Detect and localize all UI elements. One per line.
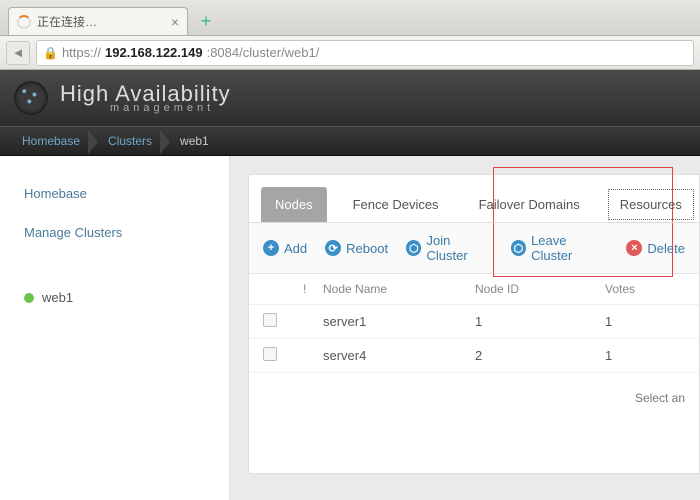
close-icon[interactable]: ×: [171, 14, 179, 30]
sidebar-item-cluster[interactable]: web1: [0, 280, 229, 315]
cell-votes: 1: [605, 348, 685, 363]
cell-node-name: server4: [323, 348, 475, 363]
link-icon: ⬡: [406, 240, 421, 256]
reboot-button[interactable]: ⟳Reboot: [325, 240, 388, 256]
cell-votes: 1: [605, 314, 685, 329]
row-checkbox[interactable]: [263, 313, 277, 327]
add-button[interactable]: +Add: [263, 240, 307, 256]
url-scheme: https://: [62, 45, 101, 60]
col-votes[interactable]: Votes: [605, 282, 685, 296]
cell-node-id: 1: [475, 314, 605, 329]
delete-icon: ×: [626, 240, 642, 256]
loading-spinner-icon: [17, 15, 31, 29]
breadcrumb-clusters[interactable]: Clusters: [98, 127, 170, 155]
power-icon: ⟳: [325, 240, 341, 256]
logo-icon: [14, 81, 48, 115]
browser-tab[interactable]: 正在连接… ×: [8, 7, 188, 35]
tab-nodes[interactable]: Nodes: [261, 187, 327, 222]
cell-node-id: 2: [475, 348, 605, 363]
new-tab-button[interactable]: +: [194, 9, 218, 33]
sidebar-item-manage-clusters[interactable]: Manage Clusters: [0, 213, 229, 252]
table-row[interactable]: server4 2 1: [249, 339, 699, 373]
unlink-icon: ⬡: [511, 240, 526, 256]
plus-icon: +: [263, 240, 279, 256]
leave-cluster-button[interactable]: ⬡Leave Cluster: [511, 233, 609, 263]
tab-resources[interactable]: Resources: [606, 187, 696, 222]
app-header: High Availability management: [0, 70, 700, 126]
url-input[interactable]: 🔒 https:// 192.168.122.149 :8084/cluster/w…: [36, 40, 694, 66]
breadcrumb-homebase[interactable]: Homebase: [12, 127, 98, 155]
cell-node-name: server1: [323, 314, 475, 329]
back-button[interactable]: ◄: [6, 41, 30, 65]
address-bar: ◄ 🔒 https:// 192.168.122.149 :8084/cluster…: [0, 36, 700, 70]
table-row[interactable]: server1 1 1: [249, 305, 699, 339]
table-header: ! Node Name Node ID Votes: [249, 274, 699, 305]
sidebar-cluster-label: web1: [42, 290, 73, 305]
lock-icon: 🔒: [43, 46, 58, 60]
main-content: Nodes Fence Devices Failover Domains Res…: [230, 156, 700, 500]
sidebar-item-homebase[interactable]: Homebase: [0, 174, 229, 213]
col-node-id[interactable]: Node ID: [475, 282, 605, 296]
delete-button[interactable]: ×Delete: [626, 240, 685, 256]
footer-hint: Select an: [249, 373, 699, 423]
app-title: High Availability management: [60, 83, 231, 114]
url-host: 192.168.122.149: [105, 45, 203, 60]
status-dot-icon: [24, 293, 34, 303]
col-node-name[interactable]: Node Name: [323, 282, 475, 296]
breadcrumb-current: web1: [170, 127, 227, 155]
tab-fence-devices[interactable]: Fence Devices: [339, 187, 453, 222]
breadcrumb: Homebase Clusters web1: [0, 126, 700, 156]
tab-failover-domains[interactable]: Failover Domains: [465, 187, 594, 222]
panel-tabs: Nodes Fence Devices Failover Domains Res…: [249, 175, 699, 223]
sidebar: Homebase Manage Clusters web1: [0, 156, 230, 500]
panel: Nodes Fence Devices Failover Domains Res…: [248, 174, 700, 474]
toolbar: +Add ⟳Reboot ⬡Join Cluster ⬡Leave Cluste…: [249, 223, 699, 274]
join-cluster-button[interactable]: ⬡Join Cluster: [406, 233, 493, 263]
row-checkbox[interactable]: [263, 347, 277, 361]
url-path: :8084/cluster/web1/: [207, 45, 320, 60]
col-alert[interactable]: !: [303, 282, 323, 296]
browser-tab-strip: 正在连接… × +: [0, 0, 700, 36]
tab-title: 正在连接…: [37, 13, 97, 30]
